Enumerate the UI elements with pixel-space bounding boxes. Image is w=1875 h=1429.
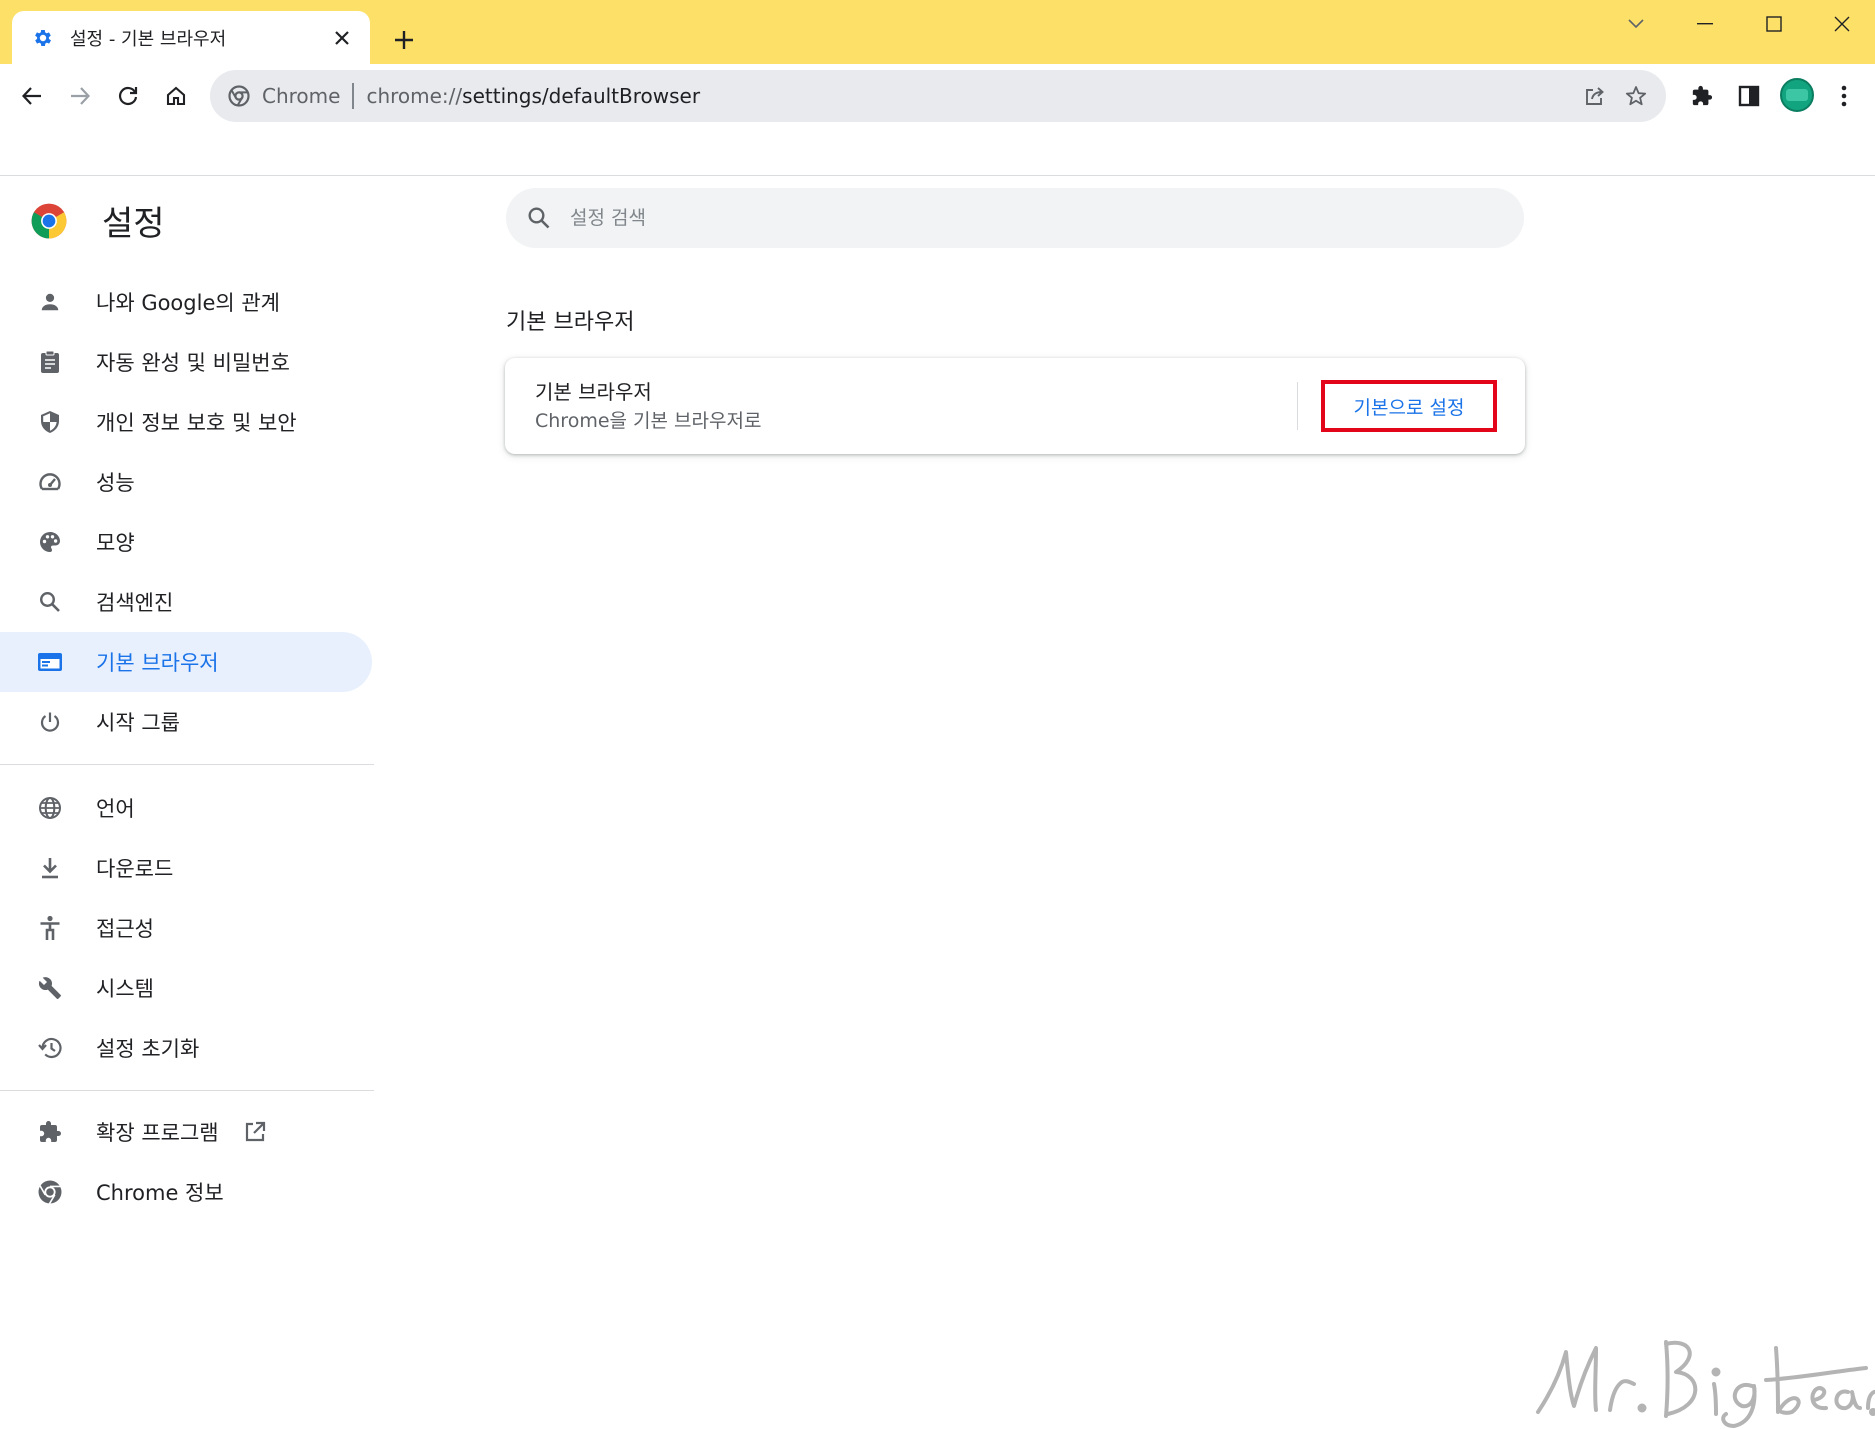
sidebar-item-extensions[interactable]: 확장 프로그램 bbox=[0, 1102, 372, 1162]
browser-window: 설정 - 기본 브라우저 Chrome chrome://settings/de… bbox=[0, 0, 1875, 1429]
tab-search-chevron-icon[interactable] bbox=[1608, 6, 1664, 42]
sidebar-item-label: 자동 완성 및 비밀번호 bbox=[96, 351, 290, 375]
search-icon bbox=[36, 588, 64, 616]
settings-header: 설정 bbox=[30, 196, 165, 245]
gear-icon bbox=[30, 25, 56, 51]
sidebar-item-appearance[interactable]: 모양 bbox=[0, 512, 372, 572]
sidebar-item-label: 모양 bbox=[96, 531, 135, 555]
sidebar-item-you-and-google[interactable]: 나와 Google의 관계 bbox=[0, 272, 372, 332]
omnibox-separator bbox=[352, 83, 355, 109]
open-in-new-icon bbox=[241, 1118, 269, 1146]
close-window-button[interactable] bbox=[1814, 6, 1870, 42]
sidebar-item-label: 접근성 bbox=[96, 917, 154, 941]
sidebar-item-autofill[interactable]: 자동 완성 및 비밀번호 bbox=[0, 332, 372, 392]
share-icon[interactable] bbox=[1577, 78, 1613, 114]
signature-watermark bbox=[1536, 1340, 1875, 1428]
sidebar-item-label: Chrome 정보 bbox=[96, 1181, 224, 1205]
sidebar-item-label: 언어 bbox=[96, 797, 135, 821]
address-bar[interactable]: Chrome chrome://settings/defaultBrowser bbox=[210, 70, 1666, 122]
sidebar-item-downloads[interactable]: 다운로드 bbox=[0, 838, 372, 898]
page-top-divider bbox=[0, 175, 1875, 176]
search-icon bbox=[524, 203, 554, 233]
sidebar-item-label: 기본 브라우저 bbox=[96, 651, 219, 675]
tab-settings[interactable]: 설정 - 기본 브라우저 bbox=[12, 11, 370, 64]
new-tab-button[interactable] bbox=[386, 22, 422, 58]
maximize-button[interactable] bbox=[1746, 6, 1802, 42]
section-title: 기본 브라우저 bbox=[506, 310, 635, 335]
bookmark-star-icon[interactable] bbox=[1618, 78, 1654, 114]
sidebar-item-system[interactable]: 시스템 bbox=[0, 958, 372, 1018]
side-panel-icon[interactable] bbox=[1731, 78, 1767, 114]
url-scheme: chrome:// bbox=[366, 84, 463, 108]
download-icon bbox=[36, 854, 64, 882]
accessibility-icon bbox=[36, 914, 64, 942]
sidebar-item-label: 시스템 bbox=[96, 977, 154, 1001]
sidebar-item-on-startup[interactable]: 시작 그룹 bbox=[0, 692, 372, 752]
chrome-icon bbox=[226, 83, 252, 109]
sidebar-item-search-engine[interactable]: 검색엔진 bbox=[0, 572, 372, 632]
settings-search-box[interactable] bbox=[506, 188, 1524, 248]
card-subtitle: Chrome을 기본 브라우저로 bbox=[535, 410, 762, 432]
omnibox-chip: Chrome bbox=[262, 84, 341, 108]
sidebar-item-label: 설정 초기화 bbox=[96, 1037, 200, 1061]
reload-button[interactable] bbox=[110, 78, 146, 114]
shield-icon bbox=[36, 408, 64, 436]
url-path: settings/defaultBrowser bbox=[462, 84, 701, 108]
clipboard-icon bbox=[36, 348, 64, 376]
sidebar-item-label: 개인 정보 보호 및 보안 bbox=[96, 411, 297, 435]
forward-button[interactable] bbox=[62, 78, 98, 114]
back-button[interactable] bbox=[14, 78, 50, 114]
page-title: 설정 bbox=[102, 204, 165, 244]
sidebar-divider bbox=[0, 764, 374, 765]
chrome-logo-icon bbox=[31, 203, 67, 238]
sidebar-item-default-browser[interactable]: 기본 브라우저 bbox=[0, 632, 372, 692]
sidebar-item-label: 다운로드 bbox=[96, 857, 174, 881]
card-separator bbox=[1297, 382, 1298, 430]
globe-icon bbox=[36, 794, 64, 822]
sidebar-divider bbox=[0, 1090, 374, 1091]
sidebar-item-label: 확장 프로그램 bbox=[96, 1121, 219, 1145]
sidebar-item-label: 검색엔진 bbox=[96, 591, 174, 615]
toolbar: Chrome chrome://settings/defaultBrowser bbox=[0, 64, 1875, 128]
sidebar-item-languages[interactable]: 언어 bbox=[0, 778, 372, 838]
sidebar-item-accessibility[interactable]: 접근성 bbox=[0, 898, 372, 958]
sidebar-item-reset[interactable]: 설정 초기화 bbox=[0, 1018, 372, 1078]
puzzle-icon bbox=[36, 1118, 64, 1146]
chrome-icon bbox=[36, 1178, 64, 1206]
more-menu-icon[interactable] bbox=[1826, 78, 1862, 114]
speedometer-icon bbox=[36, 468, 64, 496]
search-input[interactable] bbox=[570, 207, 1470, 229]
history-reset-icon bbox=[36, 1034, 64, 1062]
url-text: chrome://settings/defaultBrowser bbox=[366, 84, 700, 108]
sidebar-item-about-chrome[interactable]: Chrome 정보 bbox=[0, 1162, 372, 1222]
extensions-puzzle-icon[interactable] bbox=[1684, 78, 1720, 114]
sidebar-item-privacy[interactable]: 개인 정보 보호 및 보안 bbox=[0, 392, 372, 452]
make-default-button[interactable]: 기본으로 설정 bbox=[1321, 380, 1497, 432]
sidebar-nav-extra: 확장 프로그램 Chrome 정보 bbox=[0, 1102, 372, 1222]
card-title: 기본 브라우저 bbox=[535, 380, 652, 404]
sidebar-item-label: 나와 Google의 관계 bbox=[96, 291, 281, 315]
power-icon bbox=[36, 708, 64, 736]
sidebar-nav-advanced: 언어 다운로드 접근성 시스템 설정 초기화 bbox=[0, 778, 372, 1078]
wrench-icon bbox=[36, 974, 64, 1002]
sidebar-item-performance[interactable]: 성능 bbox=[0, 452, 372, 512]
palette-icon bbox=[36, 528, 64, 556]
close-tab-icon[interactable] bbox=[328, 24, 356, 52]
sidebar-nav-main: 나와 Google의 관계 자동 완성 및 비밀번호 개인 정보 보호 및 보안… bbox=[0, 272, 372, 752]
tab-strip: 설정 - 기본 브라우저 bbox=[0, 0, 1875, 64]
sidebar-item-label: 성능 bbox=[96, 471, 135, 495]
default-browser-card: 기본 브라우저 Chrome을 기본 브라우저로 기본으로 설정 bbox=[505, 358, 1525, 454]
browser-window-icon bbox=[36, 648, 64, 676]
tab-title: 설정 - 기본 브라우저 bbox=[70, 28, 227, 50]
minimize-button[interactable] bbox=[1677, 6, 1733, 42]
home-button[interactable] bbox=[158, 78, 194, 114]
person-icon bbox=[36, 288, 64, 316]
sidebar-item-label: 시작 그룹 bbox=[96, 711, 180, 735]
profile-avatar[interactable] bbox=[1780, 78, 1814, 112]
